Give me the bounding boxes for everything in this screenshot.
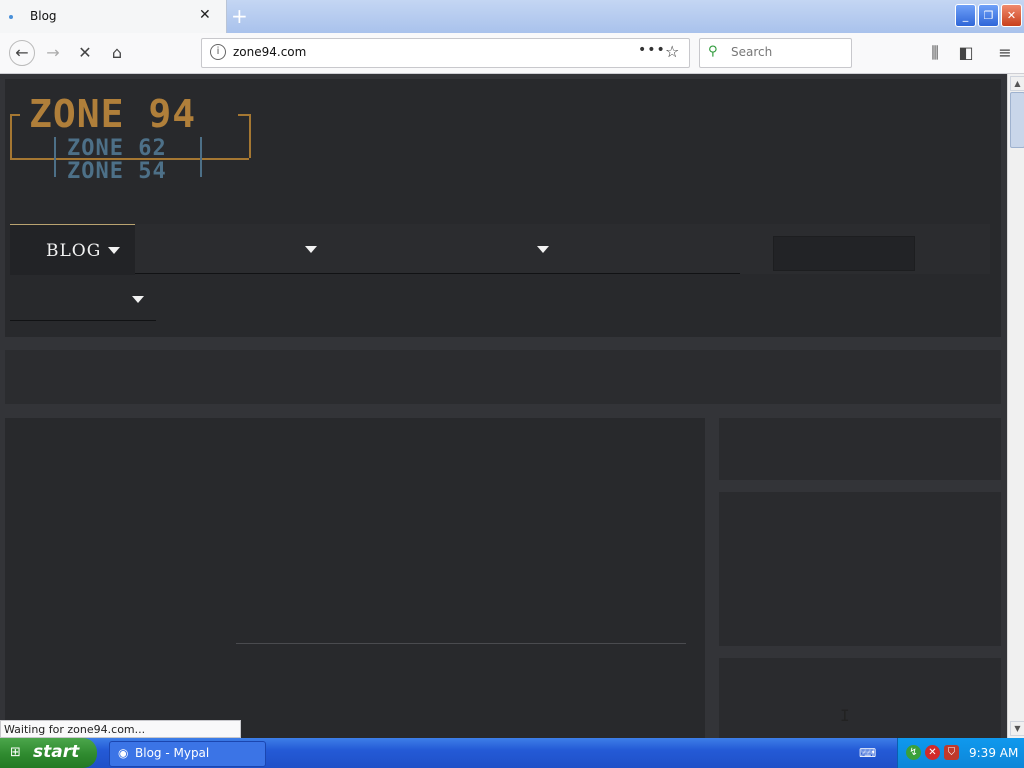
text-cursor-icon: I — [840, 706, 850, 725]
library-icon[interactable]: ⫼ — [925, 43, 945, 63]
menu-divider — [335, 273, 740, 274]
content-strip — [5, 350, 1001, 404]
menu-item-blog[interactable]: BLOG — [10, 224, 135, 275]
taskbar: ⊞ start ◉ Blog - Mypal ⌨ ↯ ✕ ⛉ 9:39 AM — [0, 738, 1024, 768]
site-logo[interactable]: ZONE 94 ZONE 62 ZONE 54 — [10, 92, 251, 184]
scroll-thumb[interactable] — [1010, 92, 1024, 148]
browser-navbar: ← → ✕ ⌂ i zone94.com ••• ☆ ⚲ Search ⫼ ◧ … — [0, 33, 1024, 74]
security-alert-icon[interactable]: ✕ — [925, 745, 940, 760]
keyboard-icon[interactable]: ⌨ — [859, 746, 876, 760]
search-placeholder[interactable]: Search — [731, 45, 772, 59]
taskbar-window-button[interactable]: ◉ Blog - Mypal — [109, 741, 266, 767]
menu-item-label: BLOG — [46, 241, 102, 261]
page-scrollbar[interactable]: ▲ ▼ — [1007, 74, 1024, 738]
content-divider — [236, 643, 686, 644]
page-actions-icon[interactable]: ••• — [638, 42, 666, 58]
main-content-panel — [5, 418, 705, 738]
tab-close-icon[interactable]: ✕ — [199, 7, 211, 23]
logo-sub-text-1: ZONE 62 — [67, 136, 167, 161]
dropdown-caret-icon — [305, 246, 317, 253]
url-text[interactable]: zone94.com — [233, 45, 306, 59]
clock[interactable]: 9:39 AM — [969, 746, 1018, 760]
system-tray: ↯ ✕ ⛉ 9:39 AM — [897, 738, 1024, 768]
menu-item-4[interactable] — [10, 274, 156, 322]
sidebar-widget-3 — [719, 658, 1001, 738]
browser-tab[interactable]: Blog ✕ — [0, 0, 227, 33]
start-label: start — [33, 742, 80, 762]
shield-icon[interactable]: ⛉ — [944, 745, 959, 760]
dropdown-caret-icon — [108, 247, 120, 254]
bookmark-star-icon[interactable]: ☆ — [665, 42, 679, 61]
menu-divider — [135, 273, 335, 274]
logo-main-text: ZONE 94 — [29, 92, 197, 136]
back-arrow-icon[interactable]: ← — [9, 40, 35, 66]
menu-item-2[interactable] — [135, 224, 335, 274]
sidebar-widget-1 — [719, 418, 1001, 480]
browser-tab-strip: Blog ✕ + _ ❐ ✕ — [0, 0, 1024, 33]
scroll-down-icon[interactable]: ▼ — [1010, 721, 1024, 736]
stop-loading-icon[interactable]: ✕ — [75, 43, 95, 63]
loading-indicator-icon — [9, 15, 13, 19]
search-icon: ⚲ — [708, 44, 718, 59]
menu-item-3[interactable] — [335, 224, 565, 274]
url-bar[interactable]: i zone94.com ••• ☆ — [201, 38, 690, 68]
dropdown-caret-icon — [132, 296, 144, 303]
minimize-window-button[interactable]: _ — [955, 4, 976, 27]
tab-title: Blog — [30, 9, 57, 23]
sidebar-widget-2 — [719, 492, 1001, 646]
page-viewport: ZONE 94 ZONE 62 ZONE 54 BLOG — [0, 74, 1007, 738]
status-bar: Waiting for zone94.com... — [0, 720, 241, 738]
start-button[interactable]: ⊞ start — [0, 738, 97, 768]
logo-sub-text-2: ZONE 54 — [67, 159, 167, 184]
scroll-up-icon[interactable]: ▲ — [1010, 76, 1024, 91]
sidebar-icon[interactable]: ◧ — [956, 43, 976, 63]
search-bar[interactable]: ⚲ Search — [699, 38, 852, 68]
windows-flag-icon: ⊞ — [10, 745, 21, 760]
browser-app-icon: ◉ — [118, 746, 129, 760]
home-icon[interactable]: ⌂ — [107, 43, 127, 63]
close-window-button[interactable]: ✕ — [1001, 4, 1022, 27]
menu-hamburger-icon[interactable]: ≡ — [995, 43, 1015, 63]
forward-arrow-icon[interactable]: → — [43, 43, 63, 63]
dropdown-caret-icon — [537, 246, 549, 253]
header-search-input[interactable] — [773, 236, 915, 271]
restore-window-button[interactable]: ❐ — [978, 4, 999, 27]
menu-divider — [10, 320, 156, 321]
taskbar-window-label: Blog - Mypal — [135, 746, 210, 760]
site-info-icon[interactable]: i — [210, 44, 226, 60]
new-tab-icon[interactable]: + — [231, 4, 248, 28]
network-icon[interactable]: ↯ — [906, 745, 921, 760]
